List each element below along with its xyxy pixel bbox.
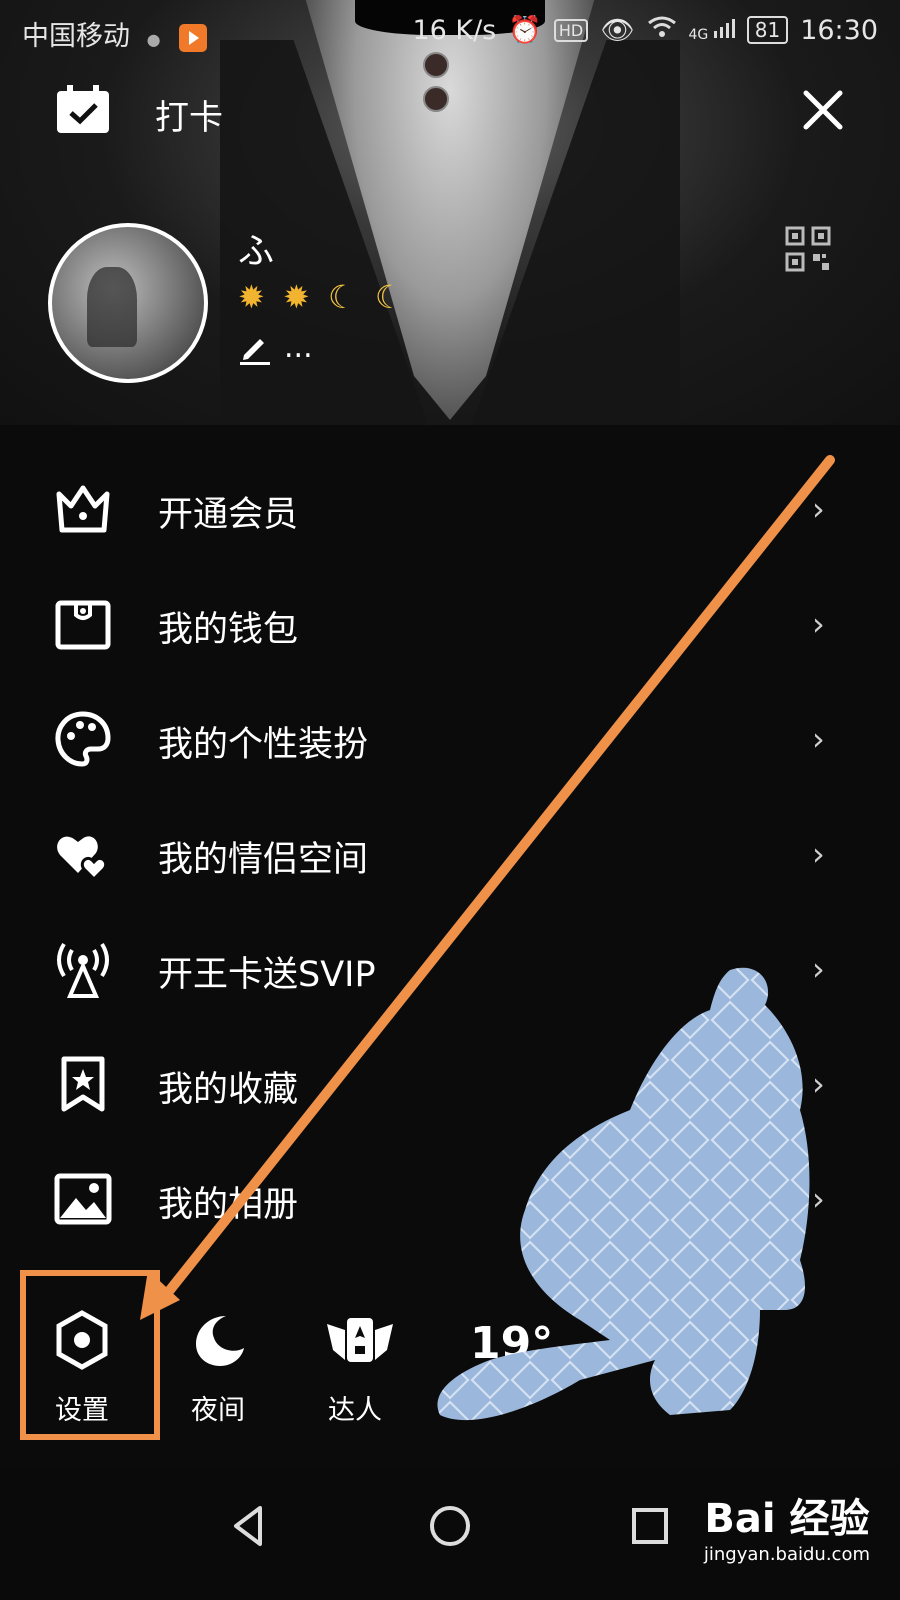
- menu-list: 开通会员 › 我的钱包 › 我的个性装扮 › 我的情侣空间 › 开王卡送SVIP…: [0, 450, 900, 1255]
- chevron-right-icon: ›: [812, 835, 825, 873]
- chevron-right-icon: ›: [812, 720, 825, 758]
- baidu-watermark: Bai 经验 jingyan.baidu.com: [704, 1486, 870, 1565]
- pencil-icon: [240, 338, 270, 365]
- watermark-url: jingyan.baidu.com: [703, 1544, 870, 1565]
- checkin-label[interactable]: 打卡: [155, 90, 223, 139]
- signature[interactable]: ...: [238, 330, 313, 365]
- level-badges: ✹ ✹ ☾ ☾: [238, 278, 408, 316]
- watermark-title: Bai 经验: [704, 1496, 870, 1542]
- palette-icon: [54, 710, 112, 768]
- crown-icon: [54, 480, 112, 538]
- menu-item-wallet[interactable]: 我的钱包 ›: [0, 565, 900, 680]
- avatar[interactable]: [48, 223, 208, 383]
- username[interactable]: ふ: [238, 222, 274, 274]
- menu-item-album[interactable]: 我的相册 ›: [0, 1140, 900, 1255]
- moon-icon: [188, 1310, 248, 1370]
- back-triangle-icon[interactable]: [220, 1496, 280, 1556]
- calendar-check-icon[interactable]: [55, 85, 111, 135]
- weather-temperature[interactable]: 19°: [470, 1318, 553, 1369]
- home-circle-icon[interactable]: [420, 1496, 480, 1556]
- menu-label: 我的相册: [158, 1185, 299, 1225]
- menu-item-couple[interactable]: 我的情侣空间 ›: [0, 795, 900, 910]
- eye-icon: 👁: [600, 15, 635, 46]
- menu-item-personalize[interactable]: 我的个性装扮 ›: [0, 680, 900, 795]
- status-bar: 中国移动 ● 16 K/s ⏰ HD 👁 4G 81 16:30: [0, 0, 900, 62]
- settings-highlight-box: [20, 1270, 160, 1440]
- wifi-icon: [647, 15, 677, 46]
- close-icon[interactable]: [798, 85, 848, 135]
- menu-label: 我的收藏: [158, 1070, 299, 1110]
- moon-icon: ☾: [327, 278, 361, 316]
- chevron-right-icon: ›: [812, 1065, 825, 1103]
- sun-icon: ✹: [238, 278, 269, 316]
- menu-label: 我的情侣空间: [158, 840, 369, 880]
- recents-square-icon[interactable]: [620, 1496, 680, 1556]
- chevron-right-icon: ›: [812, 490, 825, 528]
- bookmark-star-icon: [54, 1055, 112, 1113]
- menu-label: 开通会员: [158, 495, 299, 535]
- menu-item-kingcard[interactable]: 开王卡送SVIP ›: [0, 910, 900, 1025]
- signal-tower-icon: [54, 940, 112, 998]
- menu-label: 开王卡送SVIP: [158, 955, 376, 995]
- sun-icon: ✹: [282, 278, 314, 316]
- carrier-label: 中国移动: [22, 21, 130, 52]
- signal-type: 4G: [688, 27, 709, 43]
- signal-icon: 4G: [689, 17, 735, 43]
- expert-label: 达人: [328, 1395, 382, 1426]
- night-label: 夜间: [191, 1395, 245, 1426]
- menu-item-vip[interactable]: 开通会员 ›: [0, 450, 900, 565]
- system-nav-bar: Bai 经验 jingyan.baidu.com: [0, 1466, 900, 1600]
- photo-icon: [54, 1170, 112, 1228]
- chevron-right-icon: ›: [812, 1180, 825, 1218]
- net-speed: 16 K/s: [412, 14, 497, 46]
- alarm-icon: ⏰: [508, 15, 542, 46]
- night-mode-button[interactable]: 夜间: [163, 1310, 273, 1427]
- top-bar: 打卡: [0, 80, 900, 140]
- video-app-icon: [179, 23, 208, 52]
- signature-text: ...: [284, 330, 313, 365]
- notification-dot-icon: ●: [146, 30, 161, 49]
- moon-icon: ☾: [374, 278, 408, 316]
- hd-icon: HD: [553, 18, 589, 42]
- menu-label: 我的个性装扮: [158, 725, 369, 765]
- chevron-right-icon: ›: [812, 605, 825, 643]
- menu-item-favorites[interactable]: 我的收藏 ›: [0, 1025, 900, 1140]
- hearts-icon: [54, 825, 112, 883]
- menu-label: 我的钱包: [158, 610, 299, 650]
- winged-badge-icon: [325, 1310, 393, 1370]
- clock: 16:30: [800, 14, 878, 46]
- battery-icon: 81: [746, 16, 789, 44]
- chevron-right-icon: ›: [812, 950, 825, 988]
- expert-button[interactable]: 达人: [300, 1310, 410, 1427]
- wallet-icon: [54, 595, 112, 653]
- qr-code-icon[interactable]: [785, 226, 831, 272]
